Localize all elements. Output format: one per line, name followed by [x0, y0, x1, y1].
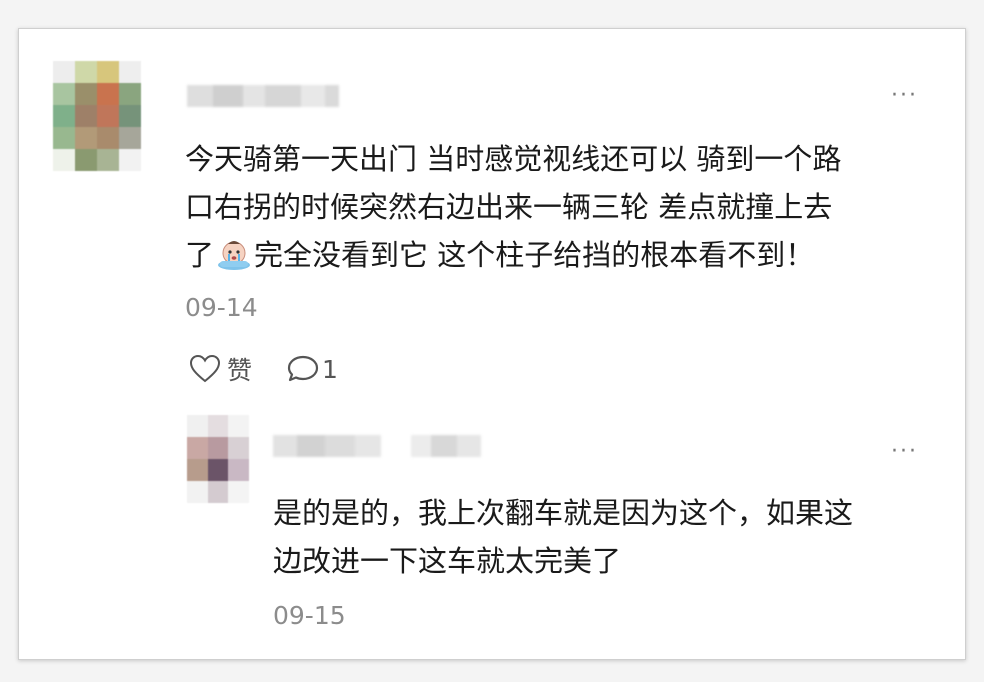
avatar[interactable]	[53, 61, 141, 171]
comment-card: ··· 今天骑第一天出门 当时感觉视线还可以 骑到一个路 口右拐的时候突然右边出…	[18, 28, 966, 660]
like-button[interactable]: 赞	[189, 351, 252, 387]
reply-line: 边改进一下这车就太完美了	[273, 544, 622, 578]
more-options-icon[interactable]: ···	[891, 441, 918, 463]
crying-face-icon	[216, 237, 252, 271]
comment-button[interactable]: 1	[286, 354, 338, 384]
comment-line: 今天骑第一天出门 当时感觉视线还可以 骑到一个路	[185, 142, 842, 176]
avatar[interactable]	[187, 415, 249, 503]
comment-fragment: 了	[185, 238, 215, 272]
username-blurred[interactable]	[273, 435, 381, 457]
comment-line: 口右拐的时候突然右边出来一辆三轮 差点就撞上去	[185, 190, 833, 224]
comment-date: 09-14	[185, 293, 258, 322]
comment-count: 1	[322, 354, 338, 384]
comment-actions: 赞 1	[189, 351, 338, 387]
more-options-icon[interactable]: ···	[891, 85, 918, 107]
like-label: 赞	[227, 356, 253, 385]
reply-line: 是的是的，我上次翻车就是因为这个，如果这	[273, 496, 854, 530]
username-blurred[interactable]	[411, 435, 481, 457]
comment-line: 了 完全没看到它 这个柱子给挡的根本看不到！	[185, 231, 841, 279]
heart-icon	[189, 354, 221, 384]
speech-bubble-icon	[286, 354, 320, 384]
reply-date: 09-15	[273, 601, 346, 630]
comment-fragment: 完全没看到它 这个柱子给挡的根本看不到！	[254, 238, 815, 272]
username-blurred[interactable]	[187, 85, 339, 107]
comment-text: 今天骑第一天出门 当时感觉视线还可以 骑到一个路 口右拐的时候突然右边出来一辆三…	[185, 135, 841, 279]
reply-text: 是的是的，我上次翻车就是因为这个，如果这 边改进一下这车就太完美了	[273, 489, 853, 585]
